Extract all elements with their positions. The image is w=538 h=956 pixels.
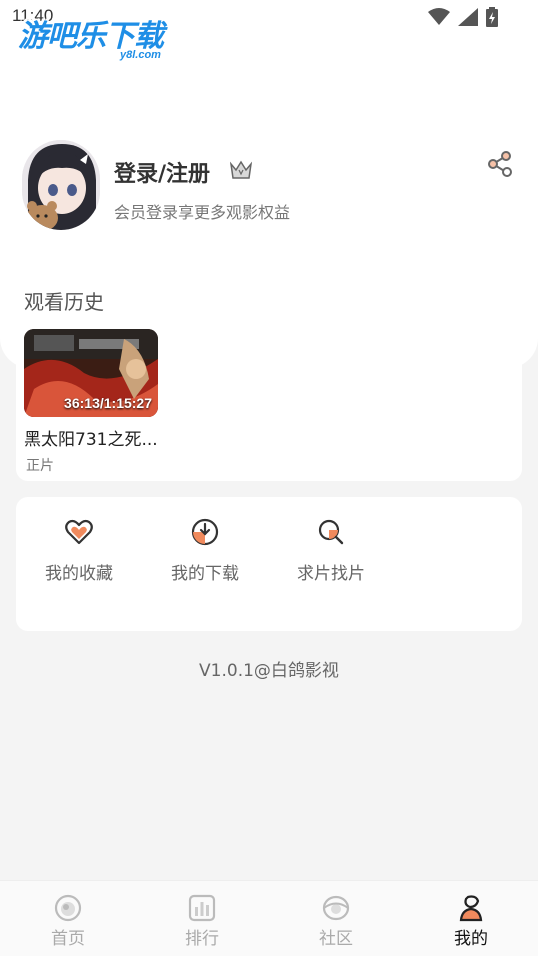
download-icon xyxy=(191,518,219,546)
watermark-domain: y8l.com xyxy=(120,49,161,61)
tab-home[interactable]: 首页 xyxy=(28,893,108,949)
heart-icon xyxy=(65,519,93,545)
history-video-tag: 正片 xyxy=(26,458,54,474)
avatar[interactable] xyxy=(22,140,100,230)
signal-icon xyxy=(458,8,478,26)
tab-profile[interactable]: 我的 xyxy=(431,893,511,949)
feature-menu: 我的收藏 我的下载 求片找片 xyxy=(16,497,522,631)
vip-crown-icon xyxy=(230,160,252,179)
watch-progress: 36:13/1:15:27 xyxy=(64,395,152,411)
login-register-title[interactable]: 登录/注册 xyxy=(114,156,210,188)
tab-community[interactable]: 社区 xyxy=(296,893,376,949)
app-version: V1.0.1@白鸽影视 xyxy=(199,661,339,681)
watermark-logo: 游吧乐下载 y8l.com xyxy=(18,20,164,62)
battery-icon xyxy=(486,7,498,27)
menu-request-label: 求片找片 xyxy=(297,564,365,584)
menu-downloads-button[interactable]: 我的下载 xyxy=(155,517,255,597)
history-video-title[interactable]: 黑太阳731之死... xyxy=(24,425,158,450)
login-subtitle: 会员登录享更多观影权益 xyxy=(114,203,291,222)
tab-ranking[interactable]: 排行 xyxy=(162,893,242,949)
menu-favorites-button[interactable]: 我的收藏 xyxy=(29,517,129,597)
menu-favorites-label: 我的收藏 xyxy=(45,564,113,584)
history-video-thumbnail[interactable]: 36:13/1:15:27 xyxy=(24,329,158,417)
share-icon[interactable] xyxy=(486,150,514,178)
profile-icon xyxy=(459,895,483,922)
tab-community-label: 社区 xyxy=(319,929,353,949)
community-icon xyxy=(322,895,350,921)
wifi-icon xyxy=(428,8,450,25)
bottom-tab-bar: 首页 排行 社区 我的 xyxy=(0,880,538,956)
menu-downloads-label: 我的下载 xyxy=(171,564,239,584)
tab-ranking-label: 排行 xyxy=(185,929,219,949)
search-icon xyxy=(318,519,344,545)
home-icon xyxy=(54,894,82,922)
tab-profile-label: 我的 xyxy=(454,929,488,949)
status-icons xyxy=(428,7,498,27)
history-title: 观看历史 xyxy=(24,290,104,314)
menu-request-button[interactable]: 求片找片 xyxy=(281,517,381,597)
ranking-icon xyxy=(188,894,216,922)
avatar-image xyxy=(22,140,100,230)
tab-home-label: 首页 xyxy=(51,929,85,949)
